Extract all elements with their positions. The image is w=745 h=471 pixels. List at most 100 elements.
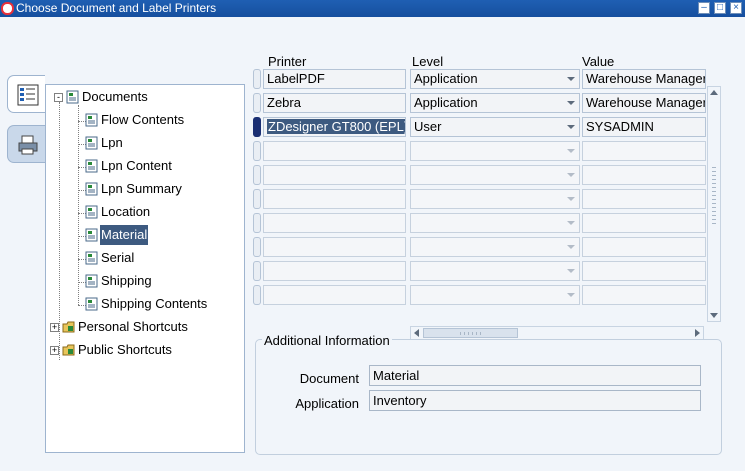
value-field[interactable]: Warehouse Manager <box>582 93 706 113</box>
collapse-icon[interactable]: - <box>54 93 63 102</box>
printer-field[interactable] <box>263 261 406 281</box>
tree-node-label: Lpn Summary <box>101 181 182 196</box>
row-selector[interactable] <box>253 285 261 305</box>
document-node-icon <box>85 251 98 265</box>
vertical-scrollbar[interactable] <box>707 86 721 322</box>
tree-node-label: Location <box>101 204 151 219</box>
row-selector[interactable] <box>253 261 261 281</box>
level-select[interactable] <box>410 165 580 185</box>
navigator-tree: Documents - Flow Contents Lpn Lpn Conten… <box>45 84 245 453</box>
horizontal-scrollbar[interactable] <box>410 326 704 340</box>
level-value: User <box>414 119 442 134</box>
level-select[interactable]: Application <box>410 69 580 89</box>
printer-field[interactable] <box>263 165 406 185</box>
level-select[interactable] <box>410 237 580 257</box>
printer-field[interactable] <box>263 141 406 161</box>
printer-field[interactable] <box>263 189 406 209</box>
title-bar: Choose Document and Label Printers – □ × <box>0 0 745 17</box>
value-text: Warehouse Manager <box>586 71 706 86</box>
application-label: Application <box>295 396 359 411</box>
printer-field[interactable] <box>263 237 406 257</box>
tree-node-serial[interactable]: Serial <box>85 248 235 268</box>
level-select[interactable] <box>410 213 580 233</box>
value-field[interactable] <box>582 261 706 281</box>
value-field[interactable] <box>582 237 706 257</box>
dropdown-arrow-icon[interactable] <box>567 269 575 273</box>
dropdown-arrow-icon[interactable] <box>567 101 575 105</box>
document-node-icon <box>85 182 98 196</box>
value-field[interactable] <box>582 189 706 209</box>
tree-node-label: Flow Contents <box>101 112 185 127</box>
tree-node-label: Serial <box>101 250 135 265</box>
tree-node-material[interactable]: Material <box>85 225 235 245</box>
maximize-icon[interactable]: □ <box>714 2 726 14</box>
close-icon[interactable]: × <box>730 2 742 14</box>
tree-node-flow-contents[interactable]: Flow Contents <box>85 110 235 130</box>
tree-node-public-shortcuts[interactable]: Public Shortcuts <box>62 340 240 360</box>
scroll-grip <box>712 167 716 227</box>
value-field[interactable]: SYSADMIN <box>582 117 706 137</box>
tree-node-label: Lpn <box>101 135 123 150</box>
level-value: Application <box>414 71 478 86</box>
application-field[interactable]: Inventory <box>369 390 701 411</box>
tree-node-lpn[interactable]: Lpn <box>85 133 235 153</box>
document-field[interactable]: Material <box>369 365 701 386</box>
dropdown-arrow-icon[interactable] <box>567 125 575 129</box>
dropdown-arrow-icon[interactable] <box>567 293 575 297</box>
tree-node-lpn-summary[interactable]: Lpn Summary <box>85 179 235 199</box>
dropdown-arrow-icon[interactable] <box>567 221 575 225</box>
level-select[interactable] <box>410 261 580 281</box>
value-field[interactable] <box>582 285 706 305</box>
dropdown-arrow-icon[interactable] <box>567 149 575 153</box>
row-selector[interactable] <box>253 237 261 257</box>
level-select[interactable] <box>410 285 580 305</box>
printer-field[interactable]: LabelPDF <box>263 69 406 89</box>
row-selector[interactable] <box>253 93 261 113</box>
column-header-level: Level <box>412 54 444 69</box>
minimize-icon[interactable]: – <box>698 2 710 14</box>
document-list-tab[interactable] <box>7 75 45 113</box>
value-field[interactable]: Warehouse Manager <box>582 69 706 89</box>
level-select[interactable] <box>410 141 580 161</box>
row-selector[interactable] <box>253 69 261 89</box>
dropdown-arrow-icon[interactable] <box>567 197 575 201</box>
printer-value: ZDesigner GT800 (EPL) <box>267 119 405 134</box>
expand-icon[interactable]: + <box>50 346 59 355</box>
level-select[interactable] <box>410 189 580 209</box>
row-selector[interactable] <box>253 189 261 209</box>
row-selector[interactable] <box>253 117 261 137</box>
printer-tab[interactable] <box>7 125 45 163</box>
level-select[interactable]: Application <box>410 93 580 113</box>
printer-field[interactable]: ZDesigner GT800 (EPL) <box>263 117 406 137</box>
printer-field[interactable] <box>263 285 406 305</box>
column-header-printer: Printer <box>268 54 307 69</box>
expand-icon[interactable]: + <box>50 323 59 332</box>
value-field[interactable] <box>582 141 706 161</box>
tree-node-lpn-content[interactable]: Lpn Content <box>85 156 235 176</box>
printer-field[interactable]: Zebra <box>263 93 406 113</box>
document-node-icon <box>66 90 79 104</box>
scroll-right-icon[interactable] <box>695 329 700 337</box>
dropdown-arrow-icon[interactable] <box>567 77 575 81</box>
tree-node-label: Shipping Contents <box>101 296 208 311</box>
row-selector[interactable] <box>253 213 261 233</box>
tree-node-shipping[interactable]: Shipping <box>85 271 235 291</box>
scroll-thumb[interactable] <box>423 328 518 338</box>
printer-field[interactable] <box>263 213 406 233</box>
tree-node-shipping-contents[interactable]: Shipping Contents <box>85 294 240 314</box>
row-selector[interactable] <box>253 165 261 185</box>
tree-node-location[interactable]: Location <box>85 202 235 222</box>
scroll-left-icon[interactable] <box>414 329 419 337</box>
tree-node-documents[interactable]: Documents <box>66 87 236 107</box>
tree-node-label: Shipping <box>101 273 152 288</box>
tree-node-personal-shortcuts[interactable]: Personal Shortcuts <box>62 317 240 337</box>
scroll-up-icon[interactable] <box>710 90 718 95</box>
dropdown-arrow-icon[interactable] <box>567 173 575 177</box>
row-selector[interactable] <box>253 141 261 161</box>
document-node-icon <box>85 159 98 173</box>
value-field[interactable] <box>582 165 706 185</box>
scroll-down-icon[interactable] <box>710 313 718 318</box>
value-field[interactable] <box>582 213 706 233</box>
dropdown-arrow-icon[interactable] <box>567 245 575 249</box>
level-select[interactable]: User <box>410 117 580 137</box>
